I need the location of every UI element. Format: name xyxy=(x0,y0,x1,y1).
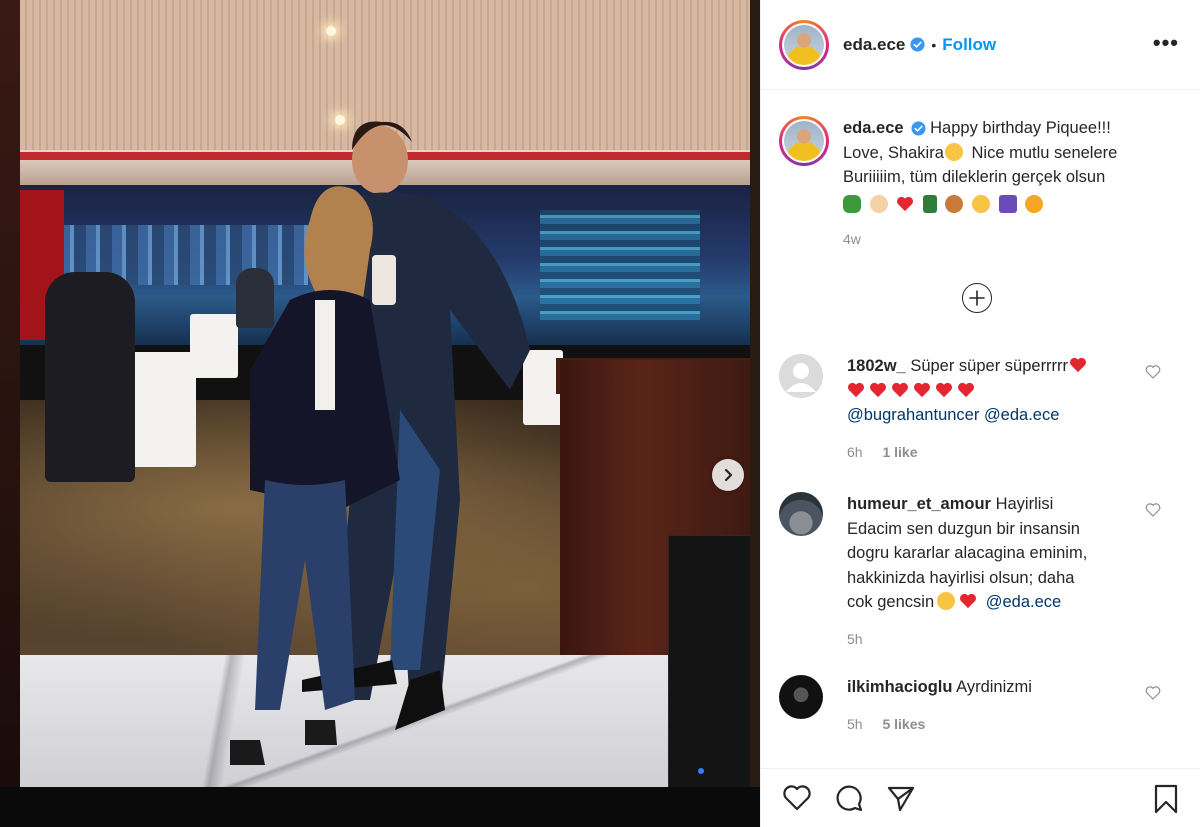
bottle-emoji-icon xyxy=(922,194,937,213)
avatar[interactable] xyxy=(779,19,829,70)
post-header: eda.ece • Follow ••• xyxy=(761,0,1200,90)
avatar-image xyxy=(784,24,824,65)
like-icon[interactable] xyxy=(781,782,813,814)
heart-emoji-icon xyxy=(1070,357,1087,373)
comment-username[interactable]: humeur_et_amour xyxy=(847,495,991,513)
comment-body: ilkimhacioglu Ayrdinizmi 5h 5 likes xyxy=(847,675,1147,736)
comment-mention[interactable]: @eda.ece xyxy=(986,593,1061,611)
verified-badge-icon xyxy=(911,121,926,136)
post-caption: eda.ece Happy birthday Piquee!!! Love, S… xyxy=(779,116,1179,252)
photo-speaker-light xyxy=(698,768,704,774)
music-emoji-icon xyxy=(998,194,1017,213)
header-separator: • xyxy=(931,36,937,53)
comment-text: Ayrdinizmi xyxy=(956,678,1032,696)
laughing-emoji-icon xyxy=(944,142,963,161)
smiling-emoji-icon xyxy=(937,592,956,610)
comment-text: Süper süper süperrrrr xyxy=(910,357,1069,375)
sparkler-emoji-icon xyxy=(1025,194,1044,213)
comment-username[interactable]: ilkimhacioglu xyxy=(847,678,952,696)
caption-line: Happy birthday Piquee!!! xyxy=(930,119,1111,137)
comment-mention[interactable]: @eda.ece xyxy=(984,406,1059,424)
comment-avatar[interactable] xyxy=(779,492,823,536)
comment-likes[interactable]: 1 like xyxy=(882,444,917,460)
comment-meta: 6h 1 like xyxy=(847,440,1147,465)
heart-emoji-icon xyxy=(914,382,930,397)
heart-emoji-icon xyxy=(848,382,864,397)
photo-bottom-bar xyxy=(0,787,760,827)
header-username[interactable]: eda.ece xyxy=(843,35,905,55)
caption-avatar[interactable] xyxy=(779,116,829,166)
instagram-post-modal: eda.ece • Follow ••• eda.ece Happy birth… xyxy=(0,0,1200,827)
caption-emoji-row xyxy=(843,193,1047,218)
caption-username[interactable]: eda.ece xyxy=(843,119,904,137)
post-photo[interactable] xyxy=(0,0,760,827)
caption-text: eda.ece Happy birthday Piquee!!! Love, S… xyxy=(843,116,1163,252)
comment-item: humeur_et_amour Hayirlisi Edacim sen duz… xyxy=(779,492,1189,651)
photo-speaker xyxy=(668,535,760,790)
car-emoji-icon xyxy=(843,194,861,213)
comment-text: Edacim sen duzgun bir insansin xyxy=(847,519,1080,538)
post-side-panel: eda.ece • Follow ••• eda.ece Happy birth… xyxy=(760,0,1200,827)
load-more-comments-button[interactable] xyxy=(962,283,992,313)
comment-body: humeur_et_amour Hayirlisi Edacim sen duz… xyxy=(847,492,1147,651)
comment-item: 1802w_ Süper süper süperrrrr @bugrahantu… xyxy=(779,354,1189,464)
caption-line: Love, Shakira xyxy=(843,143,944,162)
comment-meta: 5h xyxy=(847,627,1147,652)
comment-body: 1802w_ Süper süper süperrrrr @bugrahantu… xyxy=(847,354,1147,464)
comment-avatar[interactable] xyxy=(779,675,823,719)
avatar-border xyxy=(782,22,826,67)
comment-text: cok gencsin xyxy=(847,593,935,611)
heart-emoji-icon xyxy=(960,593,977,609)
comment-item: ilkimhacioglu Ayrdinizmi 5h 5 likes xyxy=(779,675,1189,736)
comment-time: 6h xyxy=(847,443,863,460)
comment-text: dogru kararlar alacagina eminim, xyxy=(847,544,1088,562)
photo-right-frame xyxy=(750,0,760,790)
save-icon[interactable] xyxy=(1151,783,1181,815)
like-comment-heart-icon[interactable] xyxy=(1145,364,1161,380)
more-options-icon[interactable]: ••• xyxy=(1153,32,1179,54)
heart-emoji-row xyxy=(847,382,979,400)
heart-emoji-icon xyxy=(892,382,908,397)
next-photo-button[interactable] xyxy=(712,459,744,491)
cake-emoji-icon xyxy=(945,194,964,213)
comment-mention[interactable]: @bugrahantuncer xyxy=(847,406,979,424)
comment-time: 5h xyxy=(847,715,863,732)
praying-hands-emoji-icon xyxy=(869,194,888,213)
heart-emoji-icon xyxy=(897,196,914,211)
follow-button[interactable]: Follow xyxy=(942,35,996,55)
comment-username[interactable]: 1802w_ xyxy=(847,357,906,375)
caption-time: 4w xyxy=(843,231,861,247)
heart-emoji-icon xyxy=(936,382,952,397)
share-icon[interactable] xyxy=(885,782,917,814)
load-more-icon xyxy=(969,290,985,306)
caption-line: Buriiiiim, tüm dileklerin gerçek olsun xyxy=(843,168,1106,186)
avatar-border xyxy=(782,119,826,163)
comment-time: 5h xyxy=(847,630,863,647)
heart-emoji-icon xyxy=(870,382,886,397)
comment-icon[interactable] xyxy=(833,782,865,814)
photo-left-frame xyxy=(0,0,20,790)
comment-text: Hayirlisi xyxy=(995,495,1054,513)
avatar-image xyxy=(784,121,824,161)
next-photo-icon xyxy=(724,468,733,482)
post-actions xyxy=(761,768,1200,827)
comment-likes[interactable]: 5 likes xyxy=(882,716,925,732)
verified-badge-icon xyxy=(910,37,925,52)
like-comment-heart-icon[interactable] xyxy=(1145,685,1161,701)
smiling-emoji-icon xyxy=(971,194,990,213)
heart-emoji-icon xyxy=(958,382,974,397)
photo-couple xyxy=(230,121,530,765)
caption-line: Nice mutlu senelere xyxy=(971,143,1118,162)
comment-text: hakkinizda hayirlisi olsun; daha xyxy=(847,568,1075,587)
comment-avatar[interactable] xyxy=(779,354,823,398)
like-comment-heart-icon[interactable] xyxy=(1145,502,1161,518)
default-avatar-icon xyxy=(779,354,823,398)
comment-meta: 5h 5 likes xyxy=(847,712,1147,737)
